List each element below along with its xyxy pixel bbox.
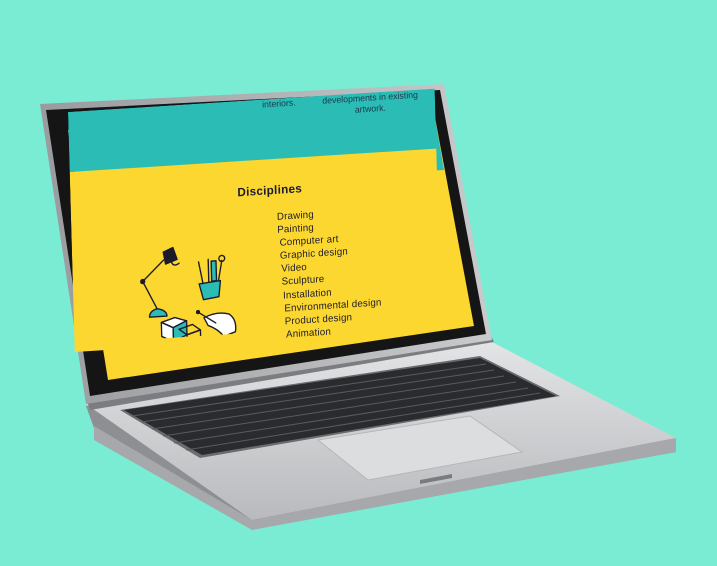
disciplines-section: [69, 148, 442, 353]
header-partial-text: interiors.: [262, 97, 296, 110]
laptop-screen: interiors. developments in existing artw…: [68, 88, 442, 353]
header-partial-text-right: developments in existing artwork.: [322, 90, 418, 118]
disciplines-list: Drawing Painting Computer art Graphic de…: [277, 204, 383, 341]
art-tools-illustration-icon: [140, 246, 237, 341]
